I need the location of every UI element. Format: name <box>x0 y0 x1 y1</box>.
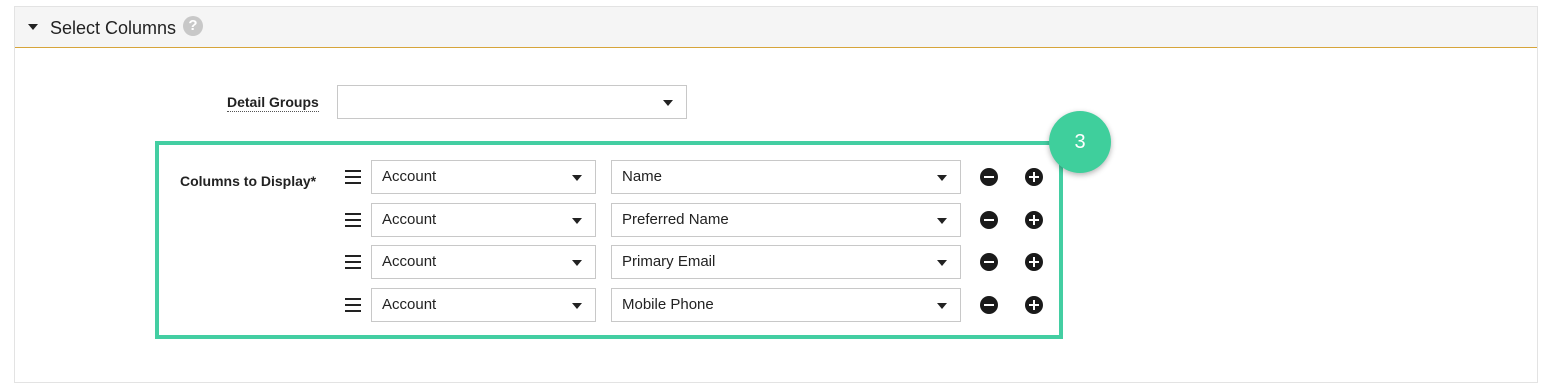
select-columns-panel: Select Columns ? Detail Groups Columns t… <box>14 6 1538 383</box>
detail-groups-label: Detail Groups <box>227 94 319 112</box>
dropdown-arrow-icon <box>663 100 673 106</box>
panel-title: Select Columns <box>50 18 177 38</box>
callout-highlight-box <box>155 141 1063 339</box>
collapse-caret-icon[interactable] <box>28 24 38 30</box>
detail-groups-select[interactable] <box>337 85 687 119</box>
help-icon[interactable]: ? <box>183 16 203 36</box>
callout-badge: 3 <box>1049 111 1111 173</box>
panel-header[interactable]: Select Columns ? <box>15 7 1537 48</box>
